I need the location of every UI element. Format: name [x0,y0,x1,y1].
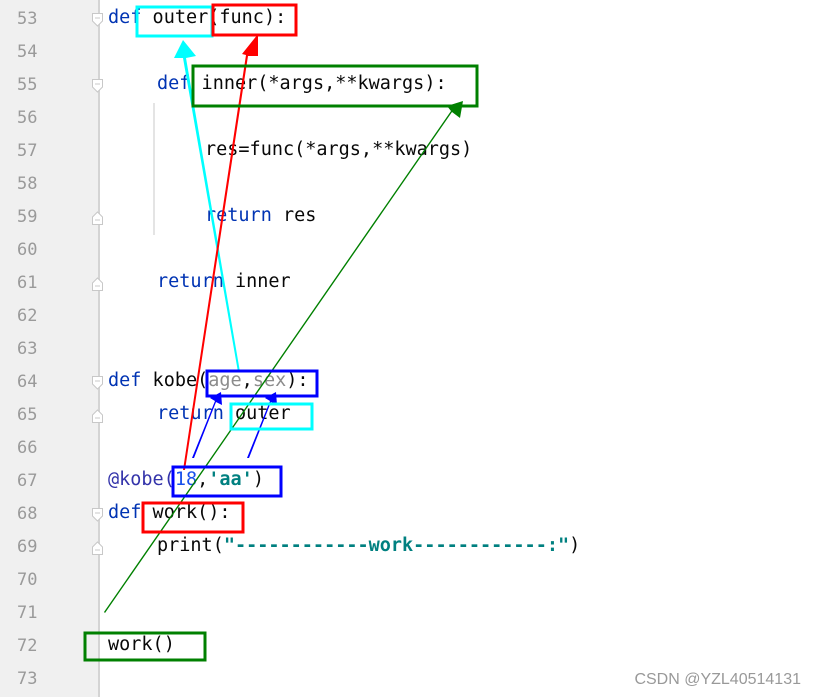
annotation-overlay [83,3,479,662]
kobe-params-box [205,369,319,398]
inner-signature-box [191,64,479,108]
func-param-box [211,3,298,37]
decorator-args-box [171,465,283,498]
blue-arrow-sex [247,392,277,458]
work-def-box [141,501,245,534]
work-call-box [83,631,207,662]
return-outer-box [229,402,314,431]
blue-arrow-age [192,392,222,458]
watermark: CSDN @YZL40514131 [634,671,801,688]
green-arrow-inner [104,101,463,613]
outer-name-box [135,5,214,38]
